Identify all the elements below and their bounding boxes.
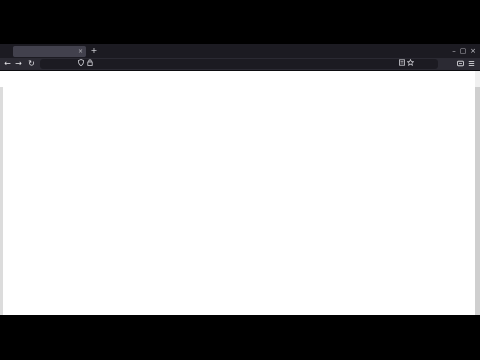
maximize-icon[interactable]: ▢ [459, 45, 467, 57]
navigation-toolbar: ← → ↻ [0, 58, 480, 70]
vertical-scrollbar[interactable] [475, 71, 480, 315]
tab-strip: × + – ▢ × [0, 44, 480, 58]
reload-icon[interactable]: ↻ [27, 58, 36, 70]
forward-icon[interactable]: → [14, 58, 23, 70]
close-window-icon[interactable]: × [469, 45, 477, 57]
star-icon[interactable] [406, 58, 415, 69]
extensions-icon[interactable] [456, 58, 465, 70]
back-icon[interactable]: ← [3, 58, 12, 70]
url-bar[interactable] [40, 58, 438, 69]
active-tab[interactable]: × [13, 46, 86, 57]
browser-window: × + – ▢ × ← → ↻ [0, 44, 480, 315]
menu-icon[interactable] [467, 58, 476, 70]
page-left-border [0, 87, 3, 315]
minimize-icon[interactable]: – [450, 45, 458, 57]
shield-icon[interactable] [77, 59, 84, 69]
scrollbar-track[interactable] [475, 87, 480, 315]
lock-icon[interactable] [86, 59, 93, 69]
tab-close-icon[interactable]: × [78, 46, 83, 57]
reader-view-icon[interactable] [398, 59, 405, 69]
new-tab-button[interactable]: + [90, 45, 98, 57]
page-content[interactable] [0, 71, 480, 315]
